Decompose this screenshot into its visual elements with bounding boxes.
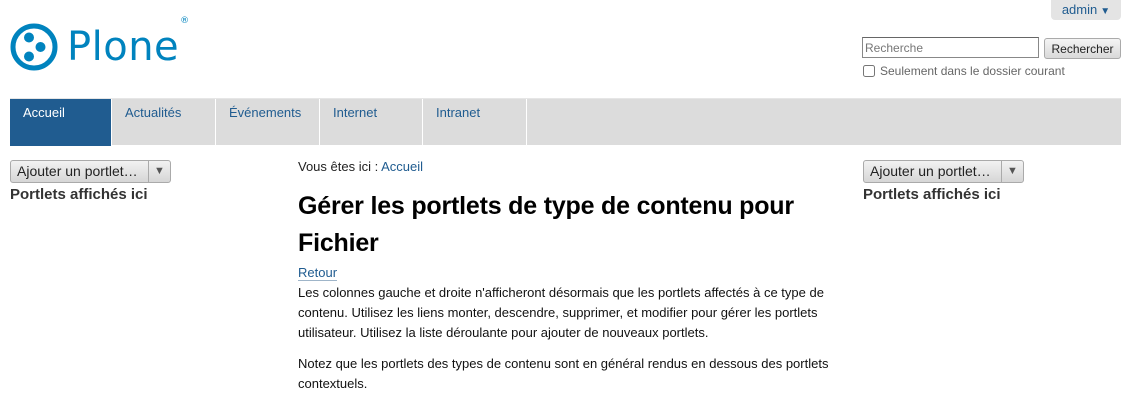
plone-logo-icon: [10, 23, 58, 71]
note-paragraph: Notez que les portlets des types de cont…: [298, 356, 829, 391]
add-portlet-select-right[interactable]: Ajouter un portlet… ▼: [863, 160, 1024, 183]
add-portlet-label: Ajouter un portlet…: [870, 163, 991, 179]
nav-item-evenements[interactable]: Événements: [216, 99, 320, 146]
search-input[interactable]: [862, 37, 1039, 58]
breadcrumb: Vous êtes ici : Accueil: [298, 159, 838, 174]
chevron-down-icon: ▼: [1100, 6, 1111, 17]
current-folder-checkbox[interactable]: [863, 65, 875, 77]
nav-item-internet[interactable]: Internet: [320, 99, 423, 146]
dropdown-arrow-icon: ▼: [1001, 161, 1023, 182]
nav-item-intranet[interactable]: Intranet: [423, 99, 527, 146]
page-title: Gérer les portlets de type de contenu po…: [298, 192, 794, 257]
breadcrumb-link-accueil[interactable]: Accueil: [381, 159, 423, 174]
left-portlet-column: Ajouter un portlet… ▼ Portlets affichés …: [10, 160, 171, 203]
search-form: Rechercher Seulement dans le dossier cou…: [862, 37, 1121, 78]
search-button[interactable]: Rechercher: [1044, 38, 1121, 59]
description-paragraph: Les colonnes gauche et droite n'afficher…: [298, 285, 824, 340]
add-portlet-select-left[interactable]: Ajouter un portlet… ▼: [10, 160, 171, 183]
nav-item-actualites[interactable]: Actualités: [112, 99, 216, 146]
main-content: Vous êtes ici : Accueil Gérer les portle…: [298, 159, 838, 394]
logo-wordmark: Plone®: [67, 16, 190, 70]
breadcrumb-prefix: Vous êtes ici :: [298, 159, 379, 174]
back-link[interactable]: Retour: [298, 265, 338, 281]
current-folder-label: Seulement dans le dossier courant: [880, 64, 1065, 78]
dropdown-arrow-icon: ▼: [148, 161, 170, 182]
portlets-heading-left: Portlets affichés ici: [10, 186, 148, 203]
search-current-folder-option: Seulement dans le dossier courant: [862, 64, 1102, 78]
portlets-heading-right: Portlets affichés ici: [863, 186, 1001, 203]
site-logo[interactable]: Plone®: [10, 16, 190, 72]
nav-item-accueil[interactable]: Accueil: [10, 99, 112, 146]
user-menu-label: admin: [1061, 2, 1098, 17]
add-portlet-label: Ajouter un portlet…: [17, 163, 138, 179]
user-menu[interactable]: admin ▼: [1051, 0, 1121, 20]
main-navigation: Accueil Actualités Événements Internet I…: [10, 98, 1121, 146]
right-portlet-column: Ajouter un portlet… ▼ Portlets affichés …: [863, 160, 1024, 203]
